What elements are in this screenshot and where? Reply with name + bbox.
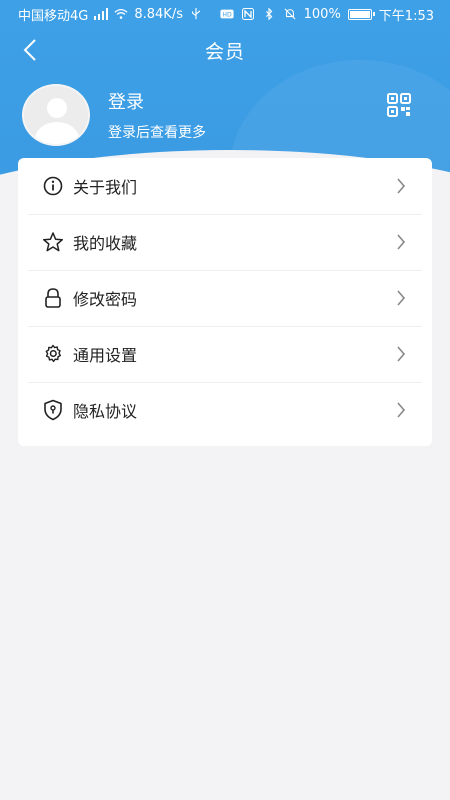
signal-icon [94,8,109,20]
menu-item-label: 我的收藏 [73,234,138,253]
qr-code-icon[interactable] [386,92,412,118]
menu-item-privacy[interactable]: 隐私协议 [18,382,432,438]
lock-icon [42,287,64,309]
network-speed: 8.84K/s [134,6,183,22]
carrier-text: 中国移动4G [18,8,89,24]
battery-icon [347,8,375,20]
login-label[interactable]: 登录 [108,88,206,114]
star-icon [42,231,64,253]
shield-icon [42,399,64,421]
back-button[interactable] [16,36,44,64]
chevron-right-icon [397,346,406,362]
menu-item-settings[interactable]: 通用设置 [18,326,432,382]
menu-item-label: 关于我们 [73,178,138,197]
clock: 下午1:53 [378,8,434,24]
menu-item-about[interactable]: 关于我们 [18,158,432,214]
menu-item-label: 修改密码 [73,290,138,309]
avatar[interactable] [22,84,90,146]
wifi-icon [114,8,128,19]
menu-card: 关于我们 我的收藏 修改密码 通用设置 隐私协议 [18,158,432,446]
info-icon [42,175,64,197]
battery-percent: 100% [303,6,341,22]
menu-item-favorites[interactable]: 我的收藏 [18,214,432,270]
chevron-right-icon [397,178,406,194]
back-arrow-icon [23,39,36,61]
menu-item-change-password[interactable]: 修改密码 [18,270,432,326]
menu-item-label: 隐私协议 [73,402,138,421]
hd-icon: HD [220,9,234,19]
page-title: 会员 [204,40,245,63]
svg-text:HD: HD [222,12,232,19]
status-bar: 中国移动4G 8.84K/s HD 100% 下午1:53 [0,0,450,28]
chevron-right-icon [397,234,406,250]
nfc-icon [241,8,254,20]
menu-item-label: 通用设置 [73,346,138,365]
title-bar: 会员 [0,28,450,72]
mute-icon [284,8,296,20]
gear-icon [42,343,64,365]
profile-section[interactable]: 登录 登录后查看更多 [22,84,432,146]
login-hint: 登录后查看更多 [108,125,206,141]
chevron-right-icon [397,402,406,418]
chevron-right-icon [397,290,406,306]
usb-icon [191,8,200,20]
bluetooth-icon [265,8,272,20]
